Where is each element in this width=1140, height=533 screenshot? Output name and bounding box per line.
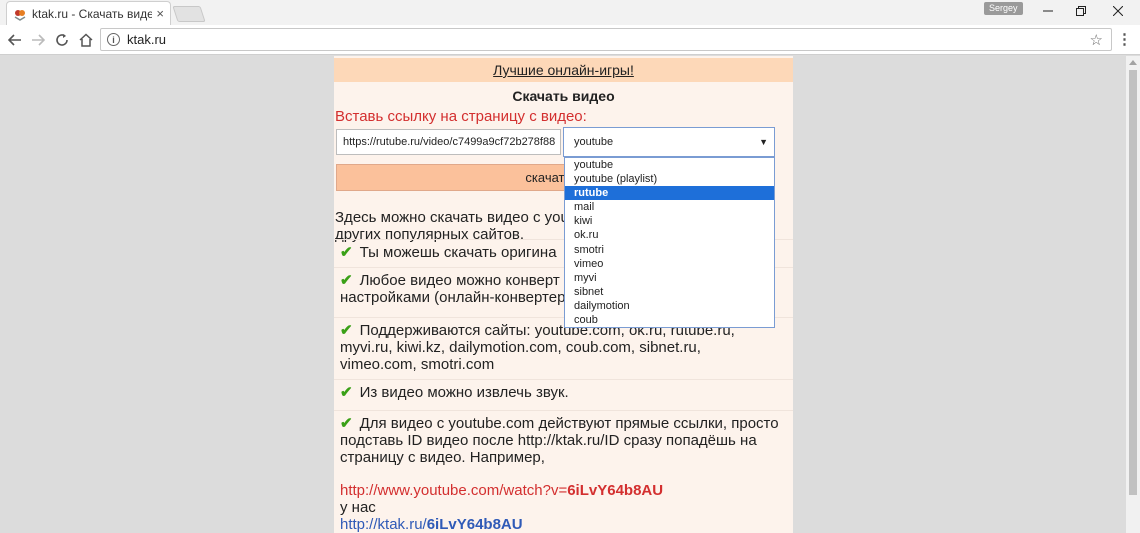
chevron-down-icon: ▼ (759, 137, 768, 147)
dropdown-option[interactable]: ok.ru (565, 228, 774, 242)
url-prompt: Вставь ссылку на страницу с видео: (335, 108, 587, 125)
home-icon[interactable] (76, 30, 96, 50)
video-url-input[interactable]: https://rutube.ru/video/c7499a9cf72b278f… (336, 129, 561, 155)
video-id: 6iLvY64b8AU (426, 516, 523, 533)
site-select-value: youtube (574, 136, 614, 148)
dropdown-option[interactable]: youtube (565, 158, 774, 172)
check-icon: ✔ (340, 322, 353, 339)
feature-text: настройками (онлайн-конвертер (340, 289, 566, 306)
site-dropdown-list[interactable]: youtube youtube (playlist) rutube mail kiwi o… (564, 157, 775, 328)
dropdown-option[interactable]: myvi (565, 271, 774, 285)
menu-icon[interactable]: ⋮ (1117, 30, 1132, 48)
feature-text: Любое видео можно конверт (359, 272, 560, 289)
back-icon[interactable] (5, 30, 25, 50)
dropdown-option[interactable]: rutube (565, 186, 774, 201)
dropdown-option[interactable]: sibnet (565, 285, 774, 299)
youtube-example-link[interactable]: http://www.youtube.com/watch?v=6iLvY64b8… (340, 482, 787, 499)
window-close-icon[interactable] (1095, 0, 1140, 22)
feature-item: ✔ Для видео с youtube.com действуют прямы… (334, 410, 793, 533)
site-select[interactable]: youtube ▼ (563, 127, 775, 157)
profile-badge[interactable]: Sergey (984, 2, 1023, 15)
dropdown-option[interactable]: youtube (playlist) (565, 172, 774, 186)
forward-icon[interactable] (28, 30, 48, 50)
video-id: 6iLvY64b8AU (567, 482, 664, 499)
example-connector: у нас (340, 499, 376, 516)
promo-link[interactable]: Лучшие онлайн-игры! (493, 62, 634, 78)
dropdown-option[interactable]: kiwi (565, 214, 774, 228)
feature-text: Для видео с youtube.com действуют прямые… (359, 415, 779, 432)
feature-text: vimeo.com, smotri.com (340, 356, 495, 373)
feature-text: Из видео можно извлечь звук. (359, 384, 569, 401)
reload-icon[interactable] (52, 30, 72, 50)
address-text: ktak.ru (127, 32, 167, 47)
tab-title: ktak.ru - Скачать видео (32, 6, 153, 21)
check-icon: ✔ (340, 384, 353, 401)
ktak-example-link[interactable]: http://ktak.ru/6iLvY64b8AU (340, 516, 787, 533)
check-icon: ✔ (340, 415, 353, 432)
dropdown-option[interactable]: coub (565, 313, 774, 327)
feature-text: myvi.ru, kiwi.kz, dailymotion.com, coub.… (340, 339, 701, 356)
info-icon[interactable]: i (107, 33, 120, 46)
promo-banner: Лучшие онлайн-игры! (334, 58, 793, 82)
favicon (13, 7, 27, 21)
tab-strip: ktak.ru - Скачать видео × Sergey (0, 0, 1140, 25)
dropdown-option[interactable]: mail (565, 200, 774, 214)
link-prefix: http://ktak.ru/ (340, 516, 427, 533)
new-tab-button[interactable] (172, 6, 206, 22)
check-icon: ✔ (340, 272, 353, 289)
scrollbar[interactable] (1126, 56, 1140, 533)
feature-text: Ты можешь скачать оригина (359, 244, 557, 261)
star-icon[interactable]: ☆ (1090, 31, 1103, 49)
browser-tab-ktak[interactable]: ktak.ru - Скачать видео × (6, 1, 171, 25)
browser-toolbar: i ktak.ru ☆ ⋮ (0, 25, 1140, 55)
address-bar[interactable]: i ktak.ru ☆ (100, 28, 1112, 51)
link-prefix: http://www.youtube.com/watch?v= (340, 482, 568, 499)
feature-text: страницу с видео. Например, (340, 449, 545, 466)
dropdown-option[interactable]: dailymotion (565, 299, 774, 313)
close-icon[interactable]: × (156, 6, 164, 21)
page-title: Скачать видео (512, 88, 615, 104)
dropdown-option[interactable]: vimeo (565, 257, 774, 271)
feature-item: ✔ Из видео можно извлечь звук. (334, 379, 793, 409)
scrollbar-thumb[interactable] (1129, 70, 1137, 495)
feature-text: подставь ID видео после http://ktak.ru/I… (340, 432, 757, 449)
check-icon: ✔ (340, 244, 353, 261)
dropdown-option[interactable]: smotri (565, 243, 774, 257)
scroll-up-icon[interactable] (1129, 60, 1137, 65)
